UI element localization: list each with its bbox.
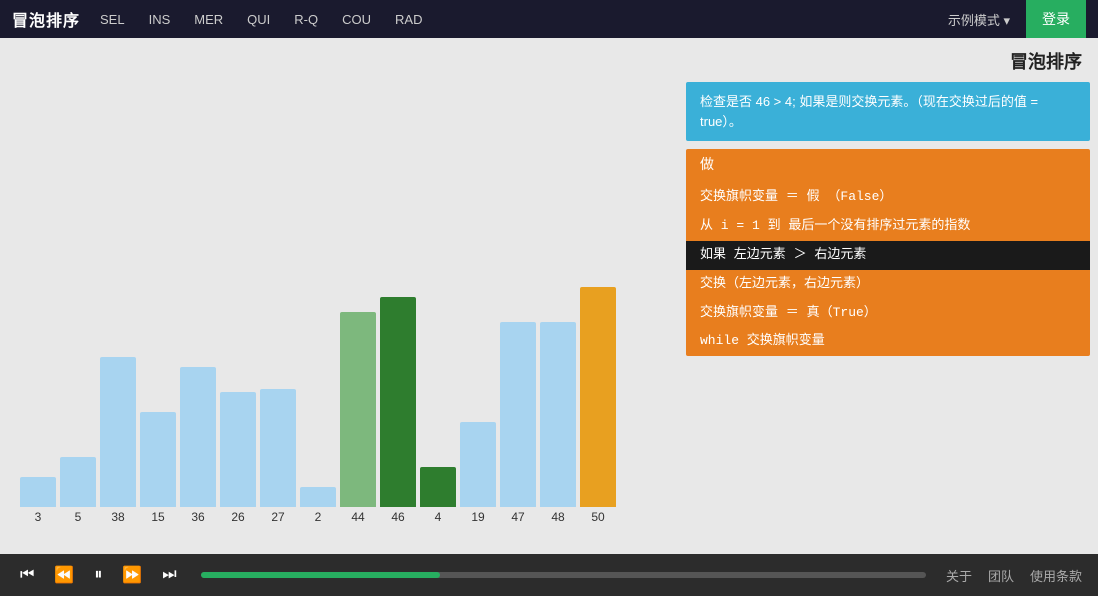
about-link[interactable]: 关于 (946, 566, 972, 585)
bar (580, 287, 616, 507)
bar-label: 26 (220, 510, 256, 524)
code-line: 交换（左边元素，右边元素） (686, 270, 1090, 299)
bar-label: 19 (460, 510, 496, 524)
bar (460, 422, 496, 507)
bar-group: 46 (380, 297, 416, 524)
info-box: 检查是否 46 > 4; 如果是则交换元素。（现在交换过后的值 = true）。 (686, 82, 1090, 141)
bar-label: 50 (580, 510, 616, 524)
mode-selector[interactable]: 示例模式 ▾ (948, 10, 1010, 29)
step-back-button[interactable]: ⏪ (50, 563, 78, 587)
bar-group: 50 (580, 287, 616, 524)
skip-forward-button[interactable]: ⏭ (158, 564, 180, 586)
login-button[interactable]: 登录 (1026, 0, 1086, 38)
bar-group: 4 (420, 467, 456, 524)
bar-label: 4 (420, 510, 456, 524)
bar-group: 19 (460, 422, 496, 524)
bar-label: 47 (500, 510, 536, 524)
bar-group: 44 (340, 312, 376, 524)
pause-button[interactable]: ⏸ (90, 564, 106, 586)
bar (340, 312, 376, 507)
bar-label: 2 (300, 510, 336, 524)
bar (220, 392, 256, 507)
bar-label: 44 (340, 510, 376, 524)
bottom-links: 关于 团队 使用条款 (946, 566, 1082, 585)
bottom-bar: ⏮ ⏪ ⏸ ⏩ ⏭ 关于 团队 使用条款 (0, 554, 1098, 596)
bar-label: 36 (180, 510, 216, 524)
bar-group: 47 (500, 322, 536, 524)
top-nav: 冒泡排序 SEL INS MER QUI R-Q COU RAD 示例模式 ▾ … (0, 0, 1098, 38)
nav-rad[interactable]: RAD (391, 10, 426, 29)
code-box: 做 交换旗帜变量 ＝ 假 （False） 从 i = 1 到 最后一个没有排序过… (686, 149, 1090, 356)
bar (380, 297, 416, 507)
code-line: 从 i = 1 到 最后一个没有排序过元素的指数 (686, 212, 1090, 241)
bar-label: 15 (140, 510, 176, 524)
bar-group: 5 (60, 457, 96, 524)
bar-label: 38 (100, 510, 136, 524)
bar (20, 477, 56, 507)
terms-link[interactable]: 使用条款 (1030, 566, 1082, 585)
app-title: 冒泡排序 (12, 7, 80, 31)
progress-bar[interactable] (201, 572, 926, 578)
nav-sel[interactable]: SEL (96, 10, 129, 29)
nav-ins[interactable]: INS (145, 10, 175, 29)
nav-mer[interactable]: MER (190, 10, 227, 29)
bar-label: 48 (540, 510, 576, 524)
bar-label: 3 (20, 510, 56, 524)
algo-title: 冒泡排序 (678, 38, 1098, 78)
bar-group: 2 (300, 487, 336, 524)
bar-group: 26 (220, 392, 256, 524)
main-content: 35 38 15 36 26 27 2 44 46 4 19 47 48 50 冒泡排序 检查是否 46 … (0, 38, 1098, 554)
bar-group: 36 (180, 367, 216, 524)
bar (180, 367, 216, 507)
chart-area: 35 38 15 36 26 27 2 44 46 4 19 47 48 50 (0, 38, 678, 554)
bars-container: 35 38 15 36 26 27 2 44 46 4 19 47 48 50 (20, 58, 658, 554)
code-do-label: 做 (686, 149, 1090, 183)
code-line: 交换旗帜变量 ＝ 真（True） (686, 299, 1090, 328)
bar (500, 322, 536, 507)
bar-label: 46 (380, 510, 416, 524)
bar (420, 467, 456, 507)
nav-cou[interactable]: COU (338, 10, 375, 29)
bar-group: 38 (100, 357, 136, 524)
bar-group: 3 (20, 477, 56, 524)
bar-label: 5 (60, 510, 96, 524)
code-line: 如果 左边元素 ＞ 右边元素 (686, 241, 1090, 270)
team-link[interactable]: 团队 (988, 566, 1014, 585)
bar-group: 27 (260, 389, 296, 524)
code-line: 交换旗帜变量 ＝ 假 （False） (686, 183, 1090, 212)
bar (60, 457, 96, 507)
nav-rq[interactable]: R-Q (290, 10, 322, 29)
right-panel: 冒泡排序 检查是否 46 > 4; 如果是则交换元素。（现在交换过后的值 = t… (678, 38, 1098, 554)
bar-group: 15 (140, 412, 176, 524)
bar (140, 412, 176, 507)
skip-back-button[interactable]: ⏮ (16, 564, 38, 586)
bar (100, 357, 136, 507)
bar (260, 389, 296, 507)
nav-qui[interactable]: QUI (243, 10, 274, 29)
step-forward-button[interactable]: ⏩ (118, 563, 146, 587)
progress-fill (201, 572, 440, 578)
bar (300, 487, 336, 507)
code-line: while 交换旗帜变量 (686, 327, 1090, 356)
bar (540, 322, 576, 507)
bar-group: 48 (540, 322, 576, 524)
bar-label: 27 (260, 510, 296, 524)
